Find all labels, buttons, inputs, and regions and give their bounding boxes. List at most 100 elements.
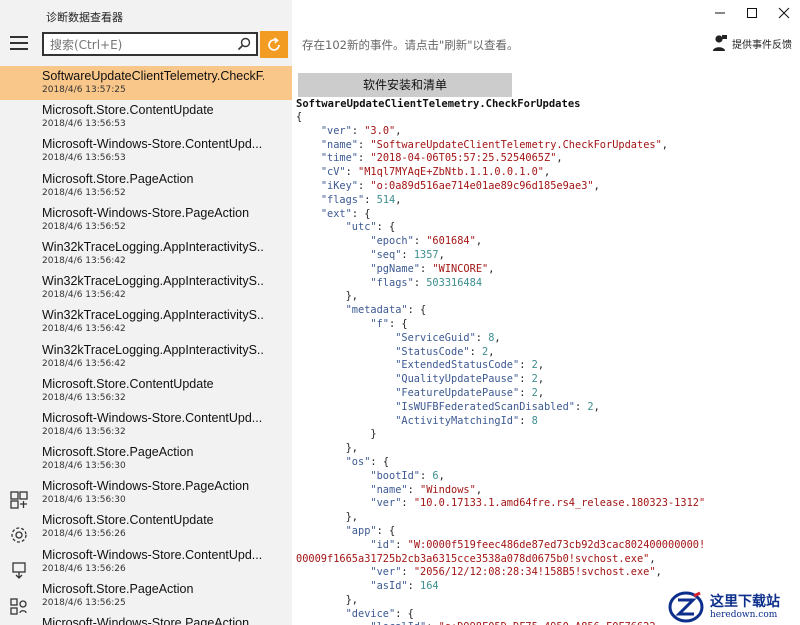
json-line: "seq": 1357, xyxy=(296,249,796,263)
event-list-item[interactable]: Microsoft.Store.PageAction 2018/4/6 13:56… xyxy=(0,579,292,613)
event-time: 2018/4/6 13:56:52 xyxy=(42,221,126,232)
event-time: 2018/4/6 13:56:25 xyxy=(42,597,126,608)
json-string: "3.0" xyxy=(364,124,396,137)
event-time: 2018/4/6 13:56:30 xyxy=(42,495,126,506)
json-string: "SoftwareUpdateClientTelemetry.CheckForU… xyxy=(370,138,662,151)
event-list-item[interactable]: Microsoft.Store.ContentUpdate 2018/4/6 13… xyxy=(0,374,292,408)
close-button[interactable] xyxy=(768,0,800,26)
json-line: "ServiceGuid": 8, xyxy=(296,332,796,346)
json-line: "flags": 503316484 xyxy=(296,277,796,291)
event-name: Microsoft.Store.ContentUpdate xyxy=(42,376,214,391)
json-punct: , xyxy=(661,138,668,151)
hamburger-icon[interactable] xyxy=(10,36,28,50)
maximize-button[interactable] xyxy=(736,0,768,26)
watermark-url: heredown.com xyxy=(710,609,778,620)
json-punct: : { xyxy=(389,317,408,330)
feedback-person-icon xyxy=(713,35,727,51)
event-list-item[interactable]: Microsoft-Windows-Store.ContentUpd... 201… xyxy=(0,134,292,168)
event-list: SoftwareUpdateClientTelemetry.CheckF... 2… xyxy=(0,66,292,625)
json-key: "ver" xyxy=(370,497,402,510)
settings-gear-icon[interactable] xyxy=(9,525,29,545)
json-punct: : xyxy=(574,400,588,413)
json-key: "time" xyxy=(320,152,359,165)
search-box[interactable] xyxy=(42,32,258,56)
json-number: 514 xyxy=(376,193,396,206)
event-time: 2018/4/6 13:56:53 xyxy=(42,119,126,130)
export-icon[interactable] xyxy=(9,560,29,580)
json-punct: , xyxy=(395,193,402,206)
status-message: 存在102新的事件。请点击"刷新"以查看。 xyxy=(302,38,519,52)
event-list-item[interactable]: SoftwareUpdateClientTelemetry.CheckF... 2… xyxy=(0,66,292,101)
json-line: }, xyxy=(296,290,796,304)
json-key: "localId" xyxy=(370,621,426,625)
json-punct: , xyxy=(475,235,483,248)
json-number: 1357 xyxy=(413,248,439,261)
json-punct: : xyxy=(401,566,414,579)
data-view-icon[interactable] xyxy=(9,490,29,510)
json-punct: , xyxy=(556,152,563,165)
json-punct: }, xyxy=(345,593,359,606)
search-icon[interactable] xyxy=(236,36,252,52)
json-string: "W:0000f519feec486de87ed73cb92d3cac80240… xyxy=(407,538,706,551)
event-list-item[interactable]: Microsoft-Windows-Store.PageAction 2018/4… xyxy=(0,203,292,237)
event-time: 2018/4/6 13:57:25 xyxy=(42,85,126,95)
json-punct: { xyxy=(296,111,303,123)
json-line: "ExtendedStatusCode": 2, xyxy=(296,359,796,373)
event-name: Microsoft.Store.ContentUpdate xyxy=(42,103,214,118)
json-punct: : xyxy=(401,497,414,510)
diagnostics-icon[interactable] xyxy=(9,596,29,616)
refresh-button[interactable] xyxy=(260,31,288,58)
event-name: Microsoft-Windows-Store.ContentUpd... xyxy=(42,410,263,425)
json-key: "id" xyxy=(370,538,396,551)
event-list-item[interactable]: Win32kTraceLogging.AppInteractivityS... 2… xyxy=(0,305,292,339)
event-list-item[interactable]: Win32kTraceLogging.AppInteractivityS... 2… xyxy=(0,340,292,374)
event-time: 2018/4/6 13:56:32 xyxy=(42,392,126,403)
watermark-text: 这里下载站 xyxy=(710,593,780,610)
json-punct: , xyxy=(655,566,662,579)
event-list-item[interactable]: Microsoft.Store.ContentUpdate 2018/4/6 13… xyxy=(0,100,292,134)
json-key: "os" xyxy=(345,455,371,468)
event-list-item[interactable]: Win32kTraceLogging.AppInteractivityS... 2… xyxy=(0,271,292,305)
json-punct: : { xyxy=(376,221,396,234)
event-list-item[interactable]: Microsoft.Store.PageAction 2018/4/6 13:56… xyxy=(0,442,292,476)
json-punct: }, xyxy=(345,442,359,455)
category-tab[interactable]: 软件安装和清单 xyxy=(298,73,512,97)
feedback-label: 提供事件反馈 xyxy=(732,39,792,51)
event-time: 2018/4/6 13:56:52 xyxy=(42,187,126,198)
json-key: "utc" xyxy=(345,221,377,234)
json-key: "f" xyxy=(370,317,390,330)
json-key: "flags" xyxy=(370,276,414,289)
json-punct: , xyxy=(537,359,545,372)
app-title: 诊断数据查看器 xyxy=(46,11,123,24)
event-list-item[interactable]: Microsoft-Windows-Store.ContentUpd... 201… xyxy=(0,408,292,442)
feedback-button[interactable]: 提供事件反馈 xyxy=(712,34,792,52)
json-punct: : { xyxy=(407,304,427,317)
json-line: "bootId": 6, xyxy=(296,470,796,484)
minimize-button[interactable] xyxy=(704,0,736,26)
json-key: "device" xyxy=(345,607,396,620)
json-line: "f": { xyxy=(296,318,796,332)
event-name: Microsoft-Windows-Store.PageAction xyxy=(42,616,250,625)
event-list-item[interactable]: Microsoft-Windows-Store.ContentUpd... 201… xyxy=(0,545,292,579)
event-list-item[interactable]: Microsoft-Windows-Store.PageAction 2018/4… xyxy=(0,476,292,510)
event-time: 2018/4/6 13:56:42 xyxy=(42,255,126,266)
json-key: "ext" xyxy=(320,207,352,220)
json-line: { xyxy=(296,111,796,125)
json-key: "asId" xyxy=(370,580,408,593)
event-list-item[interactable]: Win32kTraceLogging.AppInteractivityS... 2… xyxy=(0,237,292,271)
json-number: 164 xyxy=(420,580,439,593)
event-list-item[interactable]: Microsoft.Store.PageAction 2018/4/6 13:56… xyxy=(0,169,292,203)
json-line: "name": "SoftwareUpdateClientTelemetry.C… xyxy=(296,139,796,153)
json-string: "2018-04-06T05:57:25.5254065Z" xyxy=(370,152,557,165)
event-list-item[interactable]: Microsoft-Windows-Store.PageAction xyxy=(0,613,292,625)
event-list-item[interactable]: Microsoft.Store.ContentUpdate 2018/4/6 13… xyxy=(0,510,292,544)
search-input[interactable] xyxy=(50,36,230,54)
event-name: Microsoft.Store.PageAction xyxy=(42,171,194,186)
json-string: "o:0a89d516ae714e01ae89c96d185e9ae3" xyxy=(370,179,594,192)
json-punct: }, xyxy=(345,290,359,303)
json-line: 00009f1665a31725b2cb3a6315cce3538a078d06… xyxy=(296,553,796,567)
json-string: "10.0.17133.1.amd64fre.rs4_release.18032… xyxy=(413,497,706,510)
json-punct: : xyxy=(413,276,427,289)
json-key: "seq" xyxy=(370,248,402,261)
json-string: 00009f1665a31725b2cb3a6315cce3538a078d06… xyxy=(296,552,650,565)
